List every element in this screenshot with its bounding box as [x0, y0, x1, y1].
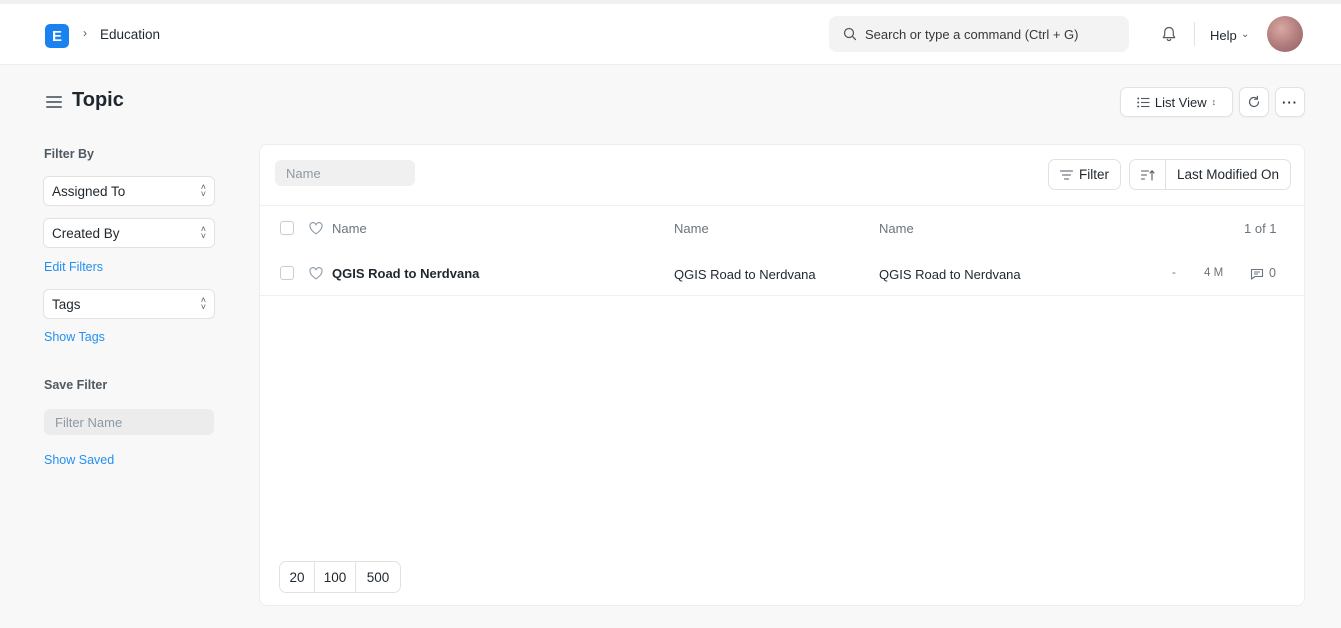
heart-icon[interactable]	[309, 222, 323, 235]
sidebar-toggle-icon[interactable]	[46, 96, 62, 108]
filter-label: Filter	[1079, 167, 1109, 182]
app-logo[interactable]: E	[45, 24, 69, 48]
name-filter-input[interactable]: Name	[275, 160, 415, 186]
row-divider	[260, 295, 1304, 296]
navbar-divider	[1194, 22, 1195, 46]
avatar[interactable]	[1267, 16, 1303, 52]
search-input[interactable]: Search or type a command (Ctrl + G)	[829, 16, 1129, 52]
column-header-name-2[interactable]: Name	[674, 221, 709, 236]
sort-direction-button[interactable]	[1130, 160, 1166, 189]
list-view-button[interactable]: List View ↕	[1120, 87, 1233, 117]
sort-group: Last Modified On	[1129, 159, 1291, 190]
record-count: 1 of 1	[1244, 221, 1277, 236]
page-size-selector: 20 100 500	[279, 561, 401, 593]
search-icon	[843, 27, 857, 41]
tags-label: Tags	[52, 296, 81, 312]
help-menu[interactable]: Help	[1210, 28, 1237, 43]
row-modified-time: 4 M	[1204, 267, 1224, 279]
search-placeholder: Search or type a command (Ctrl + G)	[865, 27, 1079, 42]
created-by-label: Created By	[52, 225, 120, 241]
more-actions-button[interactable]: ···	[1275, 87, 1305, 117]
row-cell-name-2: QGIS Road to Nerdvana	[674, 267, 816, 282]
comment-icon	[1250, 268, 1264, 280]
page-size-500-button[interactable]: 500	[356, 562, 400, 592]
notification-bell-icon[interactable]	[1160, 25, 1178, 43]
filter-icon	[1060, 169, 1073, 180]
chevron-down-icon[interactable]: ⌄	[1241, 29, 1249, 40]
list-view-label: List View	[1154, 94, 1207, 110]
chevron-right-icon: ›	[83, 26, 87, 40]
show-saved-link[interactable]: Show Saved	[44, 453, 114, 467]
refresh-button[interactable]	[1239, 87, 1269, 117]
heart-icon[interactable]	[309, 267, 323, 280]
breadcrumb-education[interactable]: Education	[100, 27, 160, 42]
show-tags-link[interactable]: Show Tags	[44, 330, 105, 344]
edit-filters-link[interactable]: Edit Filters	[44, 260, 103, 274]
chevron-updown-icon: ˄ ˅	[200, 182, 206, 199]
filter-by-label: Filter By	[44, 147, 95, 161]
chevron-updown-icon: ↕	[1211, 97, 1217, 107]
column-header-name-3[interactable]: Name	[879, 221, 914, 236]
refresh-icon	[1248, 95, 1260, 108]
column-header-name[interactable]: Name	[332, 221, 367, 236]
page-title: Topic	[72, 89, 124, 111]
list-card: Name Filter Last Modified On Name Name N…	[259, 144, 1305, 606]
filter-button[interactable]: Filter	[1048, 159, 1121, 190]
list-icon	[1137, 97, 1150, 107]
row-dash: -	[1172, 267, 1176, 279]
toolbar-divider	[260, 205, 1304, 206]
row-comment-count: 0	[1269, 266, 1276, 280]
assigned-to-select[interactable]: Assigned To ˄ ˅	[43, 176, 215, 206]
save-filter-label: Save Filter	[44, 378, 108, 392]
sort-by-button[interactable]: Last Modified On	[1166, 160, 1290, 189]
assigned-to-label: Assigned To	[52, 183, 126, 199]
page-size-100-button[interactable]: 100	[315, 562, 356, 592]
select-all-checkbox[interactable]	[280, 221, 294, 235]
row-cell-name-3: QGIS Road to Nerdvana	[879, 267, 1021, 282]
row-title-link[interactable]: QGIS Road to Nerdvana	[332, 266, 479, 281]
row-checkbox[interactable]	[280, 266, 294, 280]
sort-icon	[1140, 169, 1155, 181]
navbar: E › Education Search or type a command (…	[0, 4, 1341, 65]
chevron-updown-icon: ˄ ˅	[200, 224, 206, 241]
created-by-select[interactable]: Created By ˄ ˅	[43, 218, 215, 248]
page-size-20-button[interactable]: 20	[280, 562, 315, 592]
chevron-updown-icon: ˄ ˅	[200, 295, 206, 312]
tags-select[interactable]: Tags ˄ ˅	[43, 289, 215, 319]
filter-name-input[interactable]: Filter Name	[44, 409, 214, 435]
